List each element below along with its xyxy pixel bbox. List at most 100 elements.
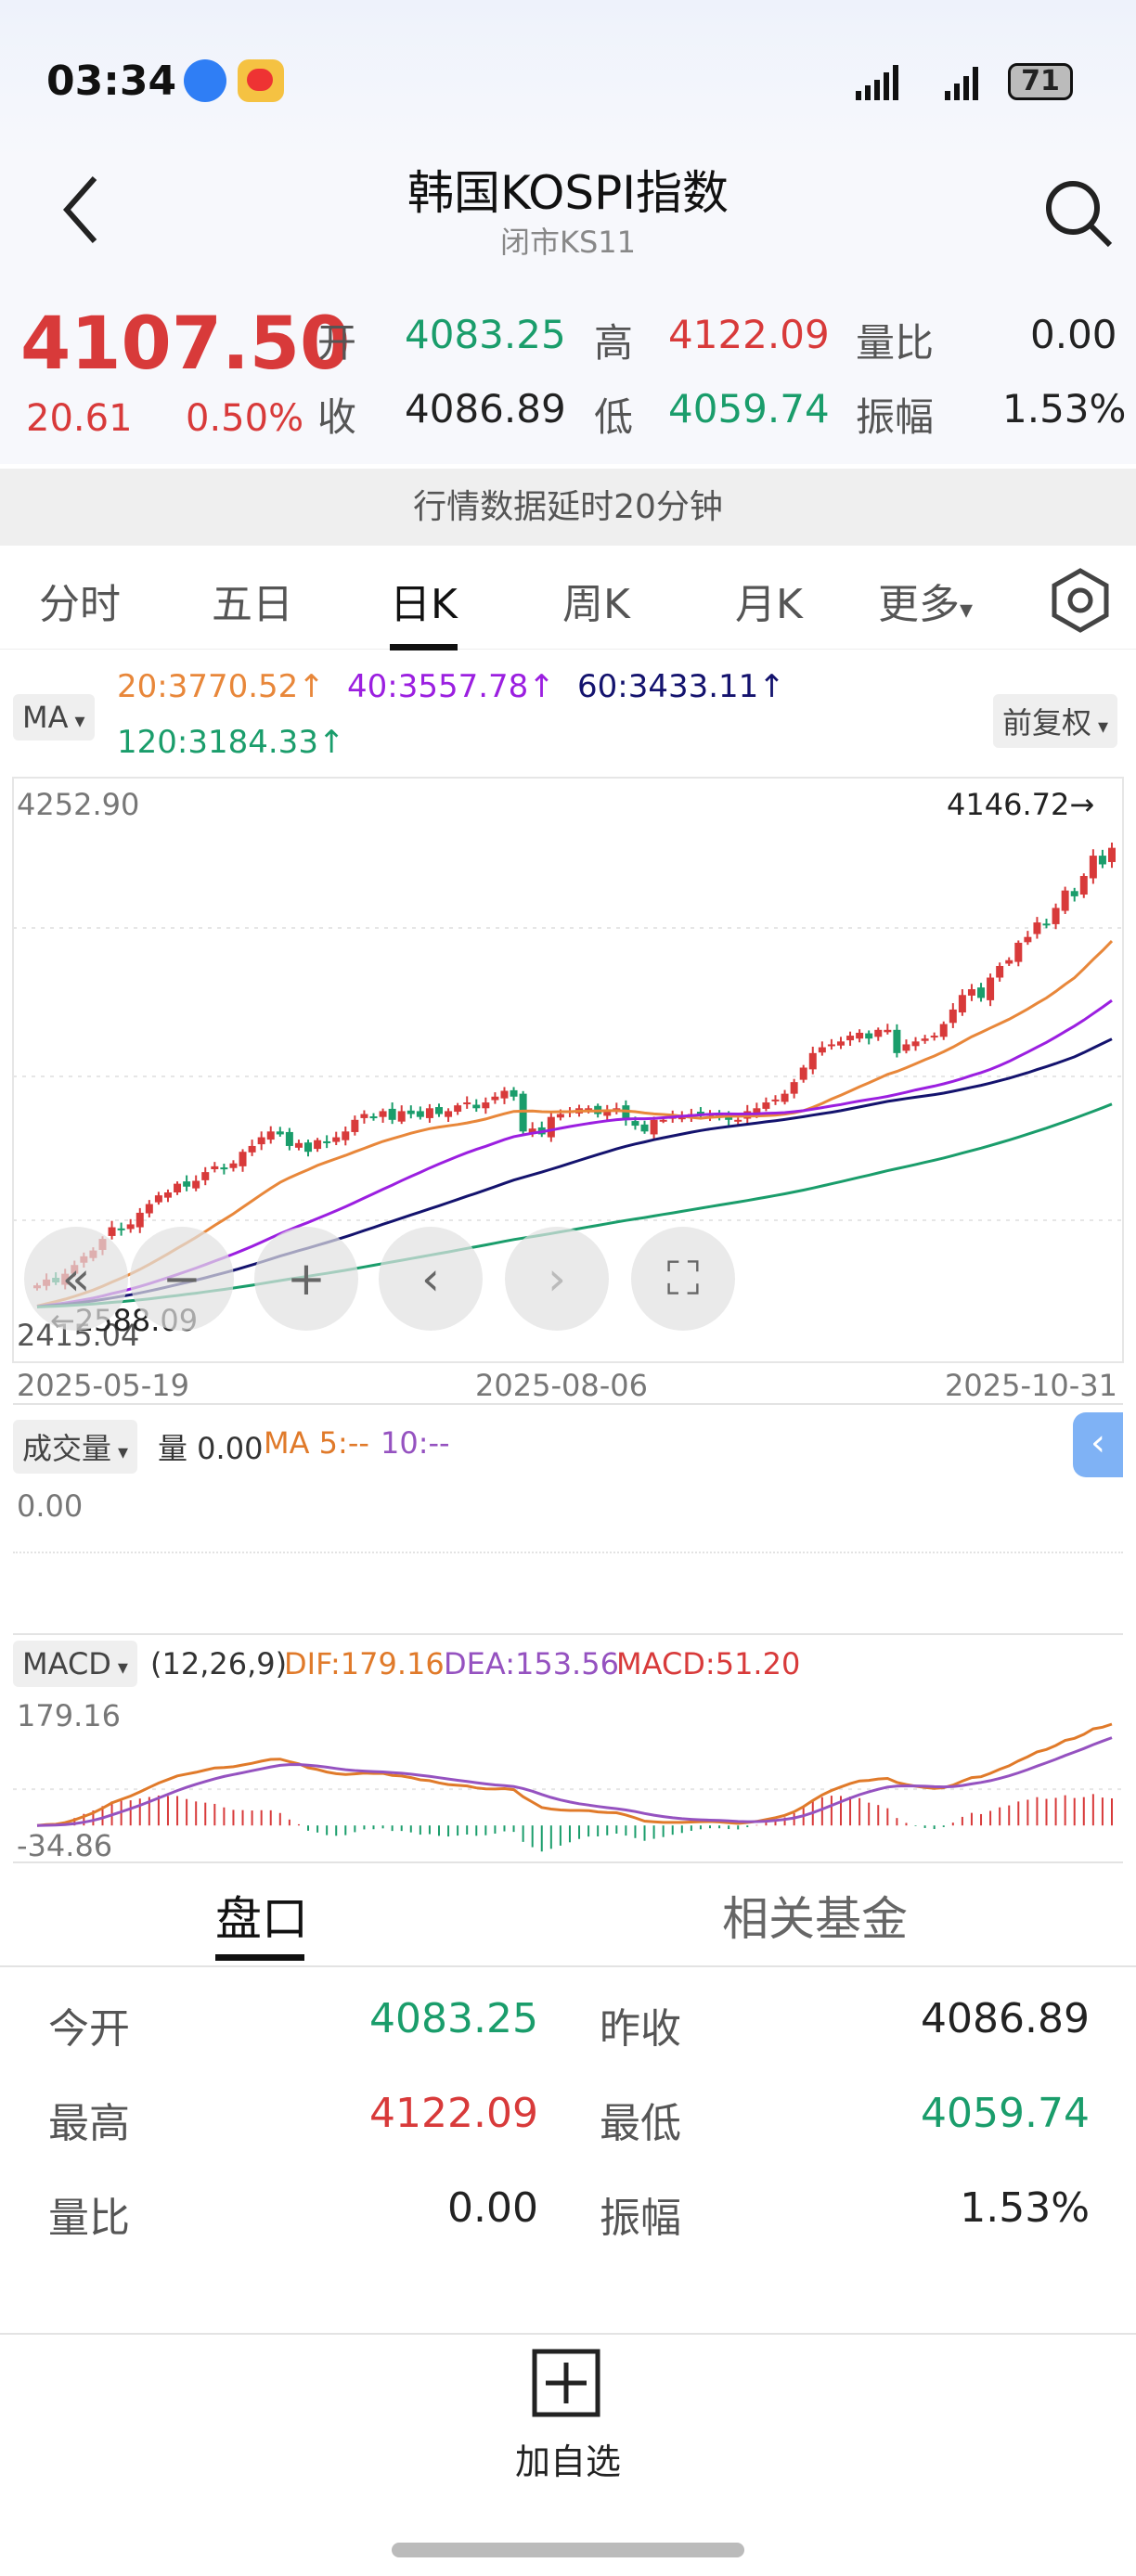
candle bbox=[491, 1096, 499, 1101]
divider bbox=[0, 2333, 1136, 2335]
candle bbox=[631, 1121, 639, 1127]
candle bbox=[397, 1111, 406, 1122]
candle bbox=[248, 1145, 256, 1153]
candle bbox=[893, 1029, 901, 1053]
candle bbox=[342, 1131, 350, 1140]
volume-ma5: MA 5:-- bbox=[264, 1425, 369, 1461]
tab-order-book[interactable]: 盘口 bbox=[215, 1882, 308, 1949]
candle bbox=[930, 1036, 938, 1038]
candle bbox=[510, 1089, 518, 1097]
candle bbox=[294, 1142, 303, 1148]
dea-line bbox=[36, 1736, 1113, 1827]
candle bbox=[379, 1111, 387, 1117]
candle bbox=[304, 1142, 313, 1153]
tab-related-funds[interactable]: 相关基金 bbox=[722, 1882, 908, 1949]
zoom-out-button[interactable]: − bbox=[130, 1227, 234, 1331]
candle bbox=[425, 1108, 433, 1118]
dropdown-icon: ▾ bbox=[111, 1441, 129, 1464]
volume-selector[interactable]: 成交量 ▾ bbox=[13, 1420, 138, 1474]
candle bbox=[434, 1107, 443, 1114]
detail-label: 最低 bbox=[600, 2100, 681, 2147]
candle bbox=[201, 1172, 210, 1180]
candle bbox=[659, 1119, 667, 1122]
candle bbox=[865, 1033, 873, 1039]
detail-label: 最高 bbox=[48, 2100, 130, 2147]
candle bbox=[1033, 922, 1041, 934]
candle bbox=[640, 1124, 649, 1132]
candle bbox=[939, 1024, 948, 1037]
candle bbox=[771, 1099, 780, 1101]
candle bbox=[239, 1152, 247, 1166]
candle bbox=[266, 1131, 275, 1140]
x-label-start: 2025-05-19 bbox=[17, 1368, 189, 1403]
candle bbox=[949, 1009, 957, 1024]
detail-label: 今开 bbox=[48, 2005, 130, 2053]
macd-params: (12,26,9) bbox=[150, 1646, 288, 1681]
candle bbox=[734, 1119, 742, 1122]
kline-chart[interactable] bbox=[0, 0, 1136, 1874]
candle bbox=[827, 1044, 835, 1047]
home-indicator[interactable] bbox=[392, 2543, 744, 2557]
detail-value: 4059.74 bbox=[921, 2090, 1090, 2137]
candle bbox=[360, 1114, 368, 1118]
divider bbox=[0, 1965, 1136, 1967]
candle bbox=[799, 1067, 807, 1080]
candle bbox=[126, 1224, 135, 1230]
candle bbox=[1061, 890, 1069, 911]
candle bbox=[174, 1183, 182, 1193]
candle bbox=[958, 995, 966, 1013]
add-watchlist-icon[interactable] bbox=[531, 2348, 601, 2418]
candle bbox=[547, 1116, 555, 1138]
candle bbox=[1098, 856, 1106, 865]
detail-label: 昨收 bbox=[600, 2005, 681, 2053]
collapse-panel-button[interactable]: ‹ bbox=[1073, 1412, 1123, 1477]
candle bbox=[108, 1227, 116, 1236]
candle bbox=[902, 1044, 910, 1051]
candle bbox=[846, 1036, 855, 1041]
max-price-marker: 4146.72→ bbox=[947, 787, 1095, 822]
fullscreen-button[interactable]: ⛶ bbox=[631, 1227, 735, 1331]
candle bbox=[1014, 942, 1023, 962]
candle bbox=[1070, 891, 1078, 896]
candle bbox=[445, 1111, 453, 1117]
scroll-start-button[interactable]: « bbox=[24, 1227, 128, 1331]
add-watchlist-label[interactable]: 加自选 bbox=[0, 2433, 1136, 2484]
candle bbox=[332, 1137, 341, 1142]
candle bbox=[229, 1163, 238, 1168]
scroll-right-button[interactable]: › bbox=[505, 1227, 609, 1331]
macd-dea: DEA:153.56 bbox=[444, 1646, 619, 1681]
candle bbox=[482, 1102, 490, 1109]
detail-label: 量比 bbox=[48, 2195, 130, 2242]
volume-value: 量 0.00 bbox=[158, 1431, 264, 1466]
candle bbox=[1024, 936, 1032, 943]
candle bbox=[276, 1131, 284, 1135]
volume-gridline bbox=[13, 1552, 1123, 1553]
tab-underline bbox=[215, 1954, 304, 1961]
zoom-in-button[interactable]: + bbox=[254, 1227, 358, 1331]
detail-value: 0.00 bbox=[447, 2184, 538, 2232]
macd-selector[interactable]: MACD ▾ bbox=[13, 1641, 137, 1687]
candle bbox=[556, 1114, 564, 1118]
candle bbox=[314, 1140, 322, 1150]
detail-value: 1.53% bbox=[960, 2184, 1090, 2232]
candle bbox=[351, 1119, 359, 1132]
candle bbox=[967, 989, 975, 996]
macd-dif: DIF:179.16 bbox=[284, 1646, 445, 1681]
candle bbox=[257, 1137, 265, 1145]
candle bbox=[136, 1212, 144, 1228]
candle bbox=[987, 977, 995, 1000]
candle bbox=[416, 1111, 424, 1117]
candle bbox=[808, 1052, 817, 1070]
candle bbox=[145, 1204, 153, 1214]
candle bbox=[790, 1082, 798, 1094]
candle bbox=[1079, 875, 1088, 895]
candle bbox=[977, 987, 986, 998]
candle bbox=[211, 1166, 219, 1169]
volume-axis-label: 0.00 bbox=[17, 1488, 84, 1524]
scroll-left-button[interactable]: ‹ bbox=[379, 1227, 483, 1331]
detail-value: 4086.89 bbox=[921, 1995, 1090, 2042]
volume-ma10: 10:-- bbox=[381, 1425, 450, 1461]
candle bbox=[192, 1180, 200, 1189]
detail-value: 4122.09 bbox=[369, 2090, 538, 2137]
candle bbox=[818, 1047, 826, 1053]
